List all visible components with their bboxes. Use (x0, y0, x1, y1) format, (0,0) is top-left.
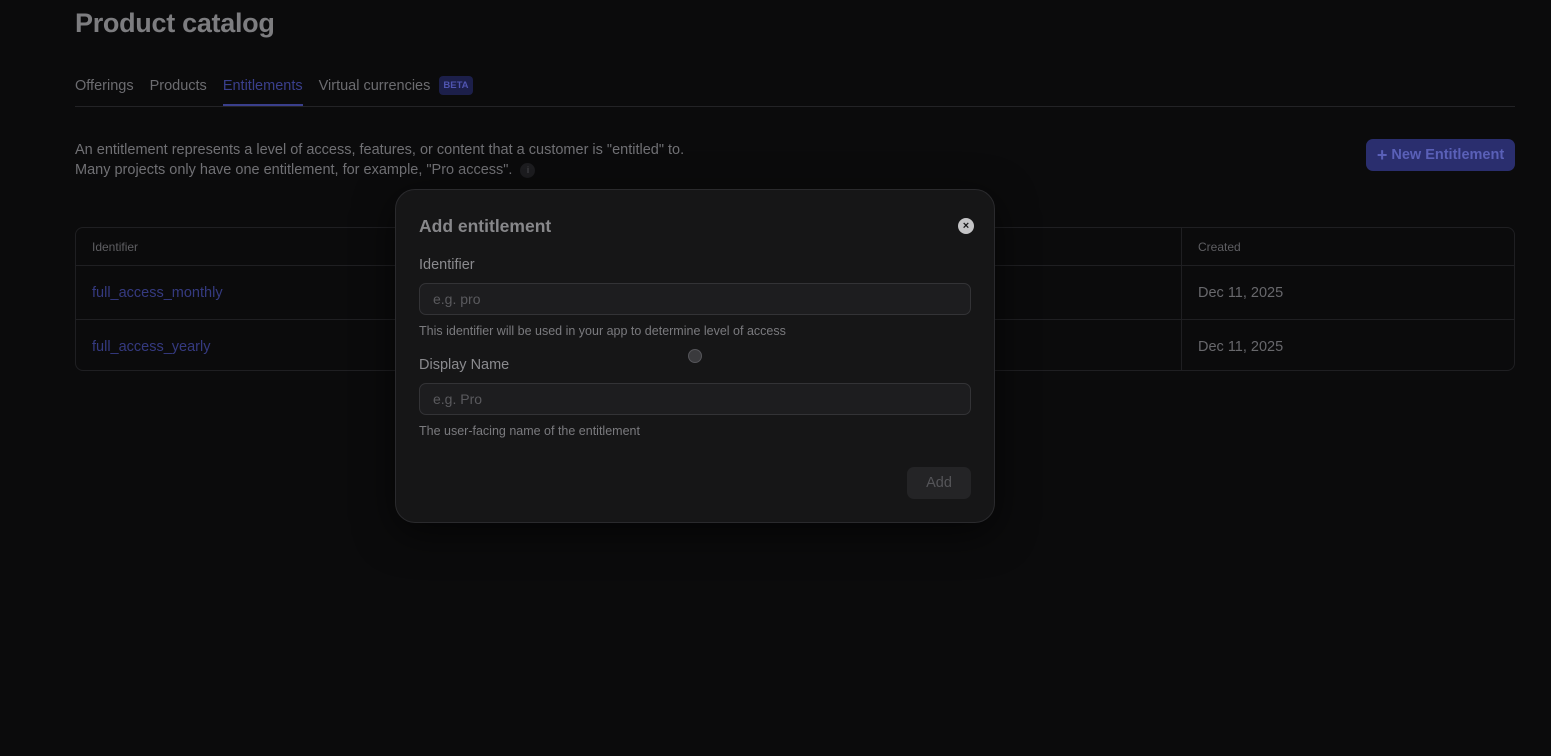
info-icon[interactable]: i (520, 162, 536, 178)
mouse-cursor (688, 349, 702, 363)
add-button[interactable]: Add (907, 467, 971, 499)
entitlement-created-date: Dec 11, 2025 (1181, 266, 1283, 319)
description-line-2: Many projects only have one entitlement,… (75, 160, 684, 180)
display-name-input[interactable] (419, 383, 971, 415)
identifier-label: Identifier (419, 257, 475, 273)
close-icon[interactable]: × (958, 218, 974, 234)
add-entitlement-modal: Add entitlement × Identifier This identi… (395, 189, 995, 523)
identifier-input[interactable] (419, 283, 971, 315)
tab-virtual-currencies-label: Virtual currencies (318, 78, 431, 94)
identifier-help-text: This identifier will be used in your app… (419, 324, 786, 338)
display-name-label: Display Name (419, 357, 510, 373)
display-name-help-text: The user-facing name of the entitlement (419, 424, 640, 438)
tab-products[interactable]: Products (150, 72, 207, 106)
tab-bar: Offerings Products Entitlements Virtual … (75, 72, 1515, 107)
plus-icon: + (1376, 145, 1388, 165)
description-line-1: An entitlement represents a level of acc… (75, 142, 685, 158)
new-entitlement-button[interactable]: + New Entitlement (1366, 139, 1515, 171)
tab-virtual-currencies[interactable]: Virtual currencies BETA (319, 72, 473, 106)
page-title: Product catalog (75, 8, 275, 38)
column-header-created: Created (1181, 228, 1241, 265)
page: Product catalog Offerings Products Entit… (0, 0, 1551, 756)
entitlement-created-date: Dec 11, 2025 (1181, 320, 1283, 370)
beta-badge: BETA (439, 76, 473, 95)
modal-title: Add entitlement (419, 216, 552, 236)
column-header-identifier: Identifier (92, 239, 139, 254)
new-entitlement-label: New Entitlement (1391, 147, 1505, 163)
entitlement-identifier-link[interactable]: full_access_monthly (92, 266, 223, 319)
description-line-2-text: Many projects only have one entitlement,… (75, 162, 513, 178)
entitlement-identifier-link[interactable]: full_access_yearly (92, 320, 210, 370)
entitlements-description: An entitlement represents a level of acc… (75, 140, 684, 180)
tab-entitlements[interactable]: Entitlements (222, 72, 303, 106)
tab-offerings[interactable]: Offerings (75, 72, 134, 106)
